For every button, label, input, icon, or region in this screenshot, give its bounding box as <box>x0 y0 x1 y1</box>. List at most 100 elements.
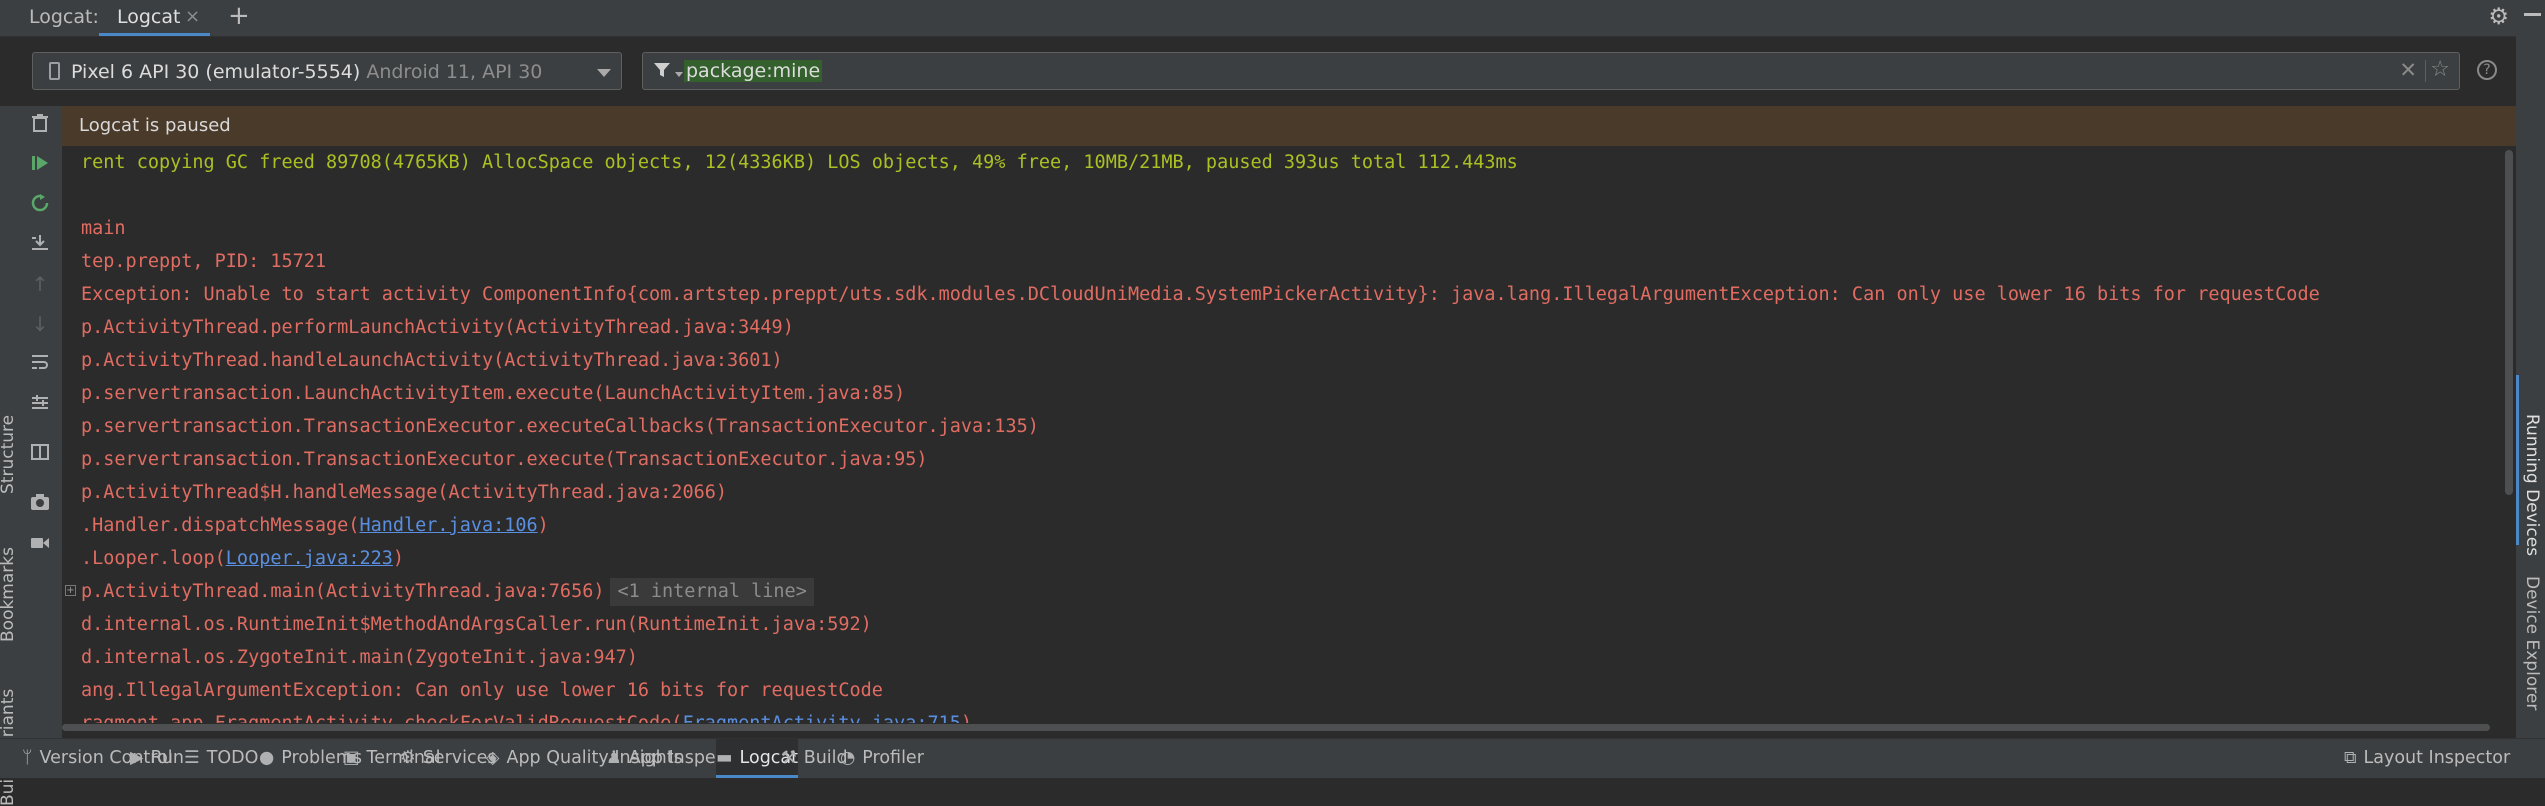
paused-banner-text: Logcat is paused <box>79 115 231 136</box>
divider <box>2425 60 2426 82</box>
clear-icon[interactable]: ✕ <box>2399 58 2417 82</box>
log-text: ) <box>537 515 549 536</box>
left-tool-strip: Structure Bookmarks Build Variants <box>0 106 18 806</box>
gear-icon[interactable]: ⚙ <box>2488 4 2509 30</box>
log-text: p.servertransaction.TransactionExecutor.… <box>81 449 928 470</box>
bottom-tab-run[interactable]: ▶ Run <box>130 739 184 778</box>
filter-history-chevron-icon[interactable] <box>675 72 683 77</box>
problems-icon: ● <box>259 748 275 768</box>
screenshot-icon[interactable] <box>28 492 52 516</box>
screen-record-icon[interactable] <box>28 532 52 556</box>
source-link[interactable]: Looper.java:223 <box>226 548 393 569</box>
log-text: p.ActivityThread$H.handleMessage(Activit… <box>81 482 728 503</box>
resume-icon[interactable] <box>28 153 52 177</box>
log-line: p.servertransaction.LaunchActivityItem.e… <box>81 377 905 410</box>
tab-active-indicator <box>99 33 210 36</box>
side-tab-bookmarks[interactable]: Bookmarks <box>0 547 18 642</box>
tab-logcat-label: Logcat <box>117 6 181 28</box>
paused-banner: Logcat is paused <box>62 106 2516 146</box>
device-name-text: Pixel 6 API 30 (emulator-5554) <box>71 61 361 83</box>
logcat-icon: ▬ <box>716 748 733 768</box>
tab-logcat[interactable]: Logcat × <box>99 0 210 36</box>
log-line: p.ActivityThread.performLaunchActivity(A… <box>81 311 794 344</box>
version-control-icon: ᛘ <box>22 748 33 768</box>
bottom-tab-label: Profiler <box>862 748 924 768</box>
log-text: .Looper.loop( <box>81 548 226 569</box>
horizontal-scrollbar[interactable] <box>62 723 2492 732</box>
log-text: d.internal.os.RuntimeInit$MethodAndArgsC… <box>81 614 872 635</box>
toolwindow-header: Logcat: Logcat × + ⚙ <box>0 0 2545 37</box>
filter-funnel-icon <box>654 63 670 77</box>
bottom-tab-services[interactable]: ⚙ Services <box>400 739 497 778</box>
bottom-tab-todo[interactable]: ☰ TODO <box>184 739 258 778</box>
bottom-tab-build[interactable]: ⚒ Build <box>781 739 848 778</box>
close-icon[interactable]: × <box>185 6 200 27</box>
log-line: p.ActivityThread.handleLaunchActivity(Ac… <box>81 344 783 377</box>
log-line: main <box>81 212 126 245</box>
bottom-tool-bar: ᛘ Version Control ▶ Run ☰ TODO ● Problems ▣ Termi… <box>0 738 2545 778</box>
phone-icon <box>49 62 60 80</box>
favorite-icon[interactable]: ☆ <box>2430 57 2450 82</box>
chevron-down-icon <box>597 69 611 77</box>
arrow-up-icon[interactable]: ↑ <box>28 272 52 296</box>
soft-wrap-icon[interactable] <box>28 352 52 376</box>
log-line: ang.IllegalArgumentException: Can only u… <box>81 674 883 707</box>
split-panels-icon[interactable] <box>28 442 52 466</box>
scrollbar-thumb[interactable] <box>62 724 2490 731</box>
log-text: ang.IllegalArgumentException: Can only u… <box>81 680 883 701</box>
log-text: p.ActivityThread.handleLaunchActivity(Ac… <box>81 350 783 371</box>
expand-fold-icon[interactable]: + <box>65 585 76 596</box>
log-line: p.ActivityThread$H.handleMessage(Activit… <box>81 476 727 509</box>
log-line: Exception: Unable to start activity Comp… <box>81 278 2320 311</box>
layout-inspector-icon: ⧉ <box>2344 748 2357 768</box>
vertical-scrollbar[interactable] <box>2502 146 2516 731</box>
device-name: Pixel 6 API 30 (emulator-5554) Android 1… <box>71 61 542 83</box>
log-text: tep.preppt, PID: 15721 <box>81 251 327 272</box>
side-tab-active-indicator <box>2516 375 2519 545</box>
restart-icon[interactable] <box>28 193 52 217</box>
add-tab-icon[interactable]: + <box>228 1 250 31</box>
log-line: p.servertransaction.TransactionExecutor.… <box>81 443 927 476</box>
bottom-tab-label: TODO <box>206 748 259 768</box>
filter-query[interactable]: package:mine <box>684 60 823 82</box>
log-text: ) <box>392 548 405 569</box>
device-selector[interactable]: Pixel 6 API 30 (emulator-5554) Android 1… <box>32 52 622 90</box>
log-line: tep.preppt, PID: 15721 <box>81 245 326 278</box>
log-text: p.servertransaction.TransactionExecutor.… <box>81 416 1039 437</box>
log-line: d.internal.os.ZygoteInit.main(ZygoteInit… <box>81 641 638 674</box>
clear-logcat-icon[interactable] <box>28 113 52 137</box>
log-line: .Handler.dispatchMessage(Handler.java:10… <box>81 509 549 542</box>
bottom-tab-label: Layout Inspector <box>2363 748 2511 768</box>
services-icon: ⚙ <box>400 748 416 768</box>
log-text: p.servertransaction.LaunchActivityItem.e… <box>81 383 906 404</box>
toolwindow-label: Logcat: <box>29 6 99 28</box>
log-line: d.internal.os.RuntimeInit$MethodAndArgsC… <box>81 608 872 641</box>
side-tab-structure[interactable]: Structure <box>0 415 18 494</box>
bottom-tab-layout-inspector[interactable]: ⧉ Layout Inspector <box>2344 739 2510 778</box>
help-icon[interactable]: ? <box>2477 60 2497 80</box>
minimize-icon[interactable] <box>2524 13 2541 16</box>
log-line: .Looper.loop(Looper.java:223) <box>81 542 404 575</box>
side-tab-running-devices[interactable]: Running Devices <box>2522 414 2542 556</box>
right-tool-strip: Running Devices Device Explorer <box>2516 36 2545 738</box>
source-link[interactable]: Handler.java:106 <box>359 515 537 536</box>
bottom-tab-profiler[interactable]: ◔ Profiler <box>840 739 924 778</box>
filter-icon[interactable] <box>653 60 671 84</box>
app-quality-icon: ◈ <box>486 748 500 768</box>
log-line: + p.ActivityThread.main(ActivityThread.ja… <box>65 575 814 608</box>
log-text: d.internal.os.ZygoteInit.main(ZygoteInit… <box>81 647 638 668</box>
log-line: p.servertransaction.TransactionExecutor.… <box>81 410 1039 443</box>
log-view[interactable]: rent copying GC freed 89708(4765KB) Allo… <box>62 146 2502 731</box>
log-text: Exception: Unable to start activity Comp… <box>81 284 2320 305</box>
build-icon: ⚒ <box>781 748 797 768</box>
filter-input[interactable]: package:mine ✕ ☆ <box>642 52 2460 90</box>
bottom-tab-label: Run <box>150 748 185 768</box>
format-settings-icon[interactable] <box>28 393 52 417</box>
side-tab-device-explorer[interactable]: Device Explorer <box>2522 576 2542 710</box>
log-text: rent copying GC freed 89708(4765KB) Allo… <box>81 152 1518 173</box>
arrow-down-icon[interactable]: ↓ <box>28 312 52 336</box>
device-detail: Android 11, API 30 <box>360 61 543 83</box>
scrollbar-thumb[interactable] <box>2505 150 2513 495</box>
folded-lines-badge[interactable]: <1 internal line> <box>610 578 814 606</box>
scroll-to-end-icon[interactable] <box>28 233 52 257</box>
